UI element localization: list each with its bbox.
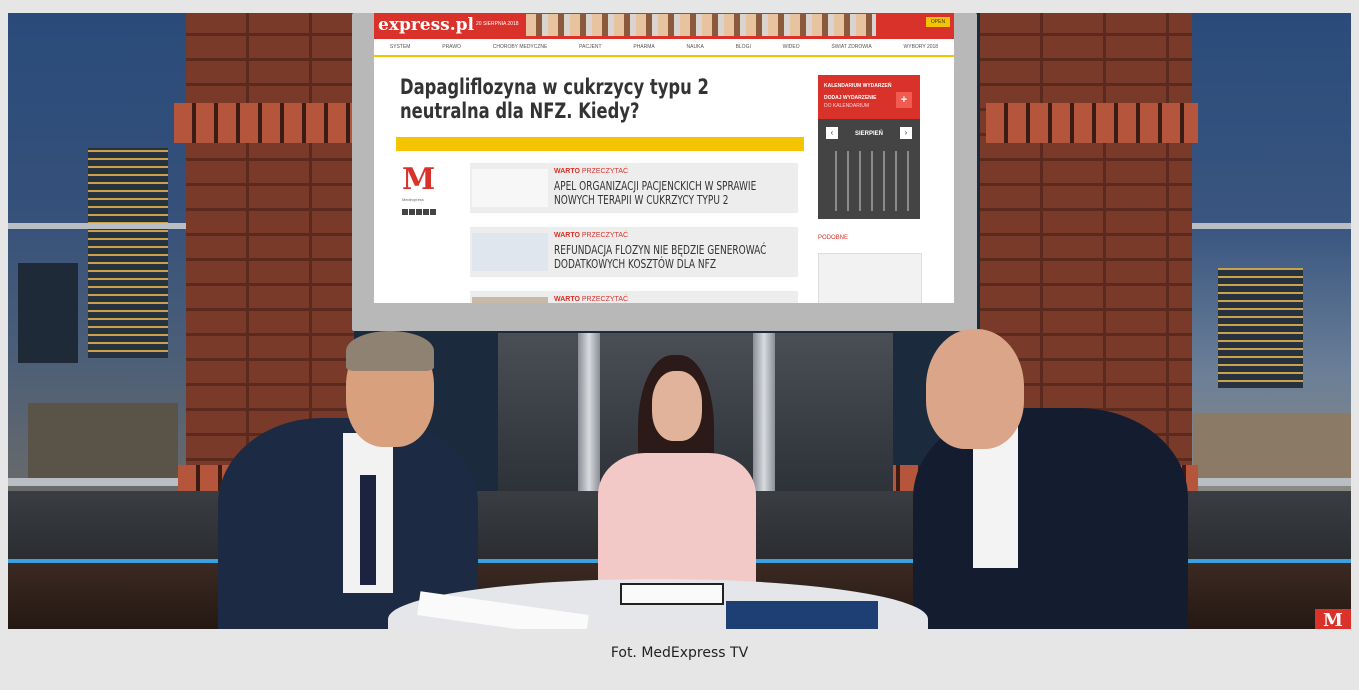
brand-sub: Medexpress (402, 197, 424, 202)
related-label: PODOBNE (818, 235, 849, 241)
building (28, 403, 178, 483)
plus-icon: + (896, 92, 912, 108)
nav-item: NAUKA (686, 44, 704, 50)
events-calendar: KALENDARIUM WYDARZEŃ DODAJ WYDARZENIE DO… (818, 75, 920, 219)
blouse (598, 453, 756, 593)
medexpress-corner-logo: M (1315, 609, 1351, 629)
tie (360, 475, 376, 585)
linkedin-icon (423, 209, 429, 215)
article-kicker: WARTO PRZECZYTAĆ (554, 296, 629, 303)
hair (346, 331, 434, 371)
window-post (578, 333, 600, 493)
site-nav: SYSTEM PRAWO CHOROBY MEDYCZNE PACJENT PH… (374, 39, 954, 57)
nav-item: WYBORY 2018 (903, 44, 939, 50)
related-article: WARTO PRZECZYTAĆ REFUNDACJA FLOZYN NIE B… (470, 227, 798, 277)
article-headline: Dapagliflozyna w cukrzycy typu 2 neutral… (400, 75, 709, 123)
social-icons (402, 209, 436, 215)
nav-item: SYSTEM (389, 44, 411, 50)
article-title: APEL ORGANIZACJI PACJENCKICH W SPRAWIE N… (554, 179, 757, 207)
blue-folder (726, 601, 878, 629)
brick-accent (986, 103, 1198, 143)
headline-bar (396, 137, 804, 151)
calendar-header: KALENDARIUM WYDARZEŃ DODAJ WYDARZENIE DO… (818, 75, 920, 119)
header-badge: OPEN (926, 17, 950, 27)
nav-item: PRAWO (442, 44, 461, 50)
nav-item: PACJENT (579, 44, 602, 50)
article-thumbnail (472, 297, 548, 303)
studio-photo: express.pl 20 SIERPNIA 2018 OPEN SYSTEM … (8, 13, 1351, 629)
related-article: WARTO PRZECZYTAĆ APEL ORGANIZACJI PACJEN… (470, 163, 798, 213)
clipboard (620, 583, 724, 605)
twitter-icon (409, 209, 415, 215)
share-icon (416, 209, 422, 215)
skyscraper (88, 148, 168, 358)
email-icon (430, 209, 436, 215)
nav-item: CHOROBY MEDYCZNE (492, 44, 548, 50)
site-header: express.pl 20 SIERPNIA 2018 OPEN (374, 13, 954, 39)
photo-caption: Fot. MedExpress TV (610, 645, 749, 661)
header-faces-banner (526, 14, 876, 36)
chevron-right-icon: › (900, 127, 912, 139)
building (1218, 268, 1303, 388)
medexpress-m-logo: M (402, 162, 436, 197)
nav-item: WIDEO (782, 44, 800, 50)
facebook-icon (402, 209, 408, 215)
window-post (753, 333, 775, 493)
brick-wall-left (186, 13, 354, 483)
nav-item: BLOGI (735, 44, 751, 50)
related-article: WARTO PRZECZYTAĆ (470, 291, 798, 303)
bald-head (926, 329, 1024, 449)
window-frame (1191, 478, 1351, 486)
brick-accent (174, 103, 364, 143)
studio-screen: express.pl 20 SIERPNIA 2018 OPEN SYSTEM … (352, 13, 977, 331)
related-thumbnail (818, 253, 922, 303)
head (652, 371, 702, 441)
website-screenshot: express.pl 20 SIERPNIA 2018 OPEN SYSTEM … (374, 13, 954, 303)
article-title: REFUNDACJA FLOZYN NIE BĘDZIE GENEROWAĆ D… (554, 243, 767, 271)
article-kicker: WARTO PRZECZYTAĆ (554, 168, 629, 175)
site-date: 20 SIERPNIA 2018 (476, 21, 519, 27)
window-frame (8, 223, 188, 229)
article-kicker: WARTO PRZECZYTAĆ (554, 232, 629, 239)
window-frame (8, 478, 188, 486)
article-thumbnail (472, 233, 548, 271)
article-thumbnail (472, 169, 548, 207)
building (1193, 413, 1351, 483)
window-frame (1191, 223, 1351, 229)
nav-item: ŚWIAT ZDROWIA (831, 44, 872, 50)
nav-item: PHARMA (633, 44, 655, 50)
building (18, 263, 78, 363)
calendar-grid (826, 151, 912, 211)
site-logo: express.pl (378, 15, 475, 35)
